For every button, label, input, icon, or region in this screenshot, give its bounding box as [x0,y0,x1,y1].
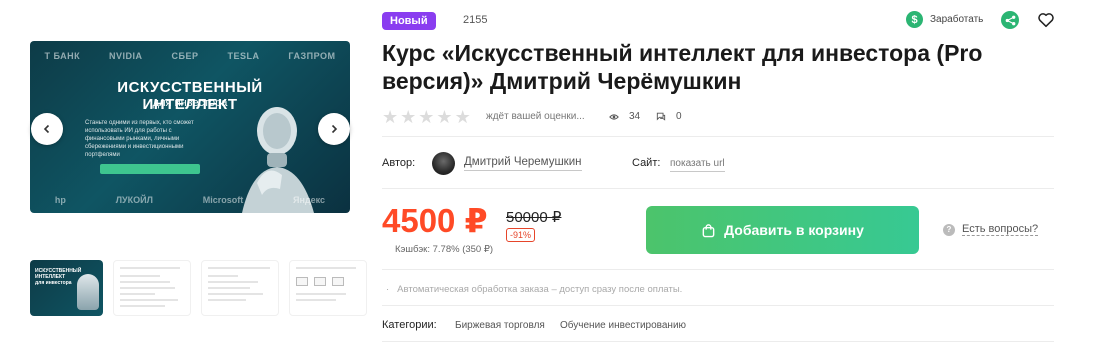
product-title: Курс «Искусственный интеллект для инвест… [382,40,983,94]
cashback-info: Кэшбэк: 7.78% (350 ₽) [395,244,494,255]
site-show-url-link[interactable]: показать url [670,158,725,172]
current-price: 4500 ₽ [382,202,488,239]
gallery-logo: ГАЗПРОМ [288,51,336,61]
rating-stars[interactable]: ★ ★ ★ ★ ★ [382,108,471,126]
gallery-logo: NVIDIA [109,51,143,61]
views-value: 34 [629,111,641,122]
auto-processing-note: · Автоматическая обработка заказа – дост… [386,284,682,295]
category-link[interactable]: Обучение инвестированию [560,320,686,331]
new-badge: Новый [382,12,436,30]
gallery-logo: T БАНК [44,51,81,61]
comment-icon [656,112,666,121]
star-icon[interactable]: ★ [418,108,434,126]
gallery-top-logos: T БАНК NVIDIA СБЕР TESLA ГАЗПРОМ [30,51,350,61]
gallery-thumbnail[interactable] [289,260,367,316]
questions-link[interactable]: ? Есть вопросы? [943,223,1039,236]
gallery-logo: СБЕР [171,51,199,61]
site-label: Сайт: [632,157,661,169]
favorite-heart-icon[interactable] [1037,11,1055,29]
earn-label: Заработать [930,14,984,25]
rating-status: ждёт вашей оценки... [486,111,585,122]
question-icon: ? [943,223,955,236]
add-to-cart-button[interactable]: Добавить в корзину [646,206,919,254]
chevron-right-icon [331,124,338,134]
thumbnail-caption: ИСКУССТВЕННЫЙ ИНТЕЛЛЕКТ для инвестора [35,268,82,286]
divider [382,341,1054,342]
share-icon [1005,15,1015,25]
gallery-body-text: Станьте одними из первых, кто сможет исп… [85,120,194,158]
earn-link[interactable]: $ Заработать [906,11,983,28]
gallery-thumbnail[interactable] [201,260,279,316]
gallery-next-button[interactable] [318,113,350,145]
comments-value: 0 [676,111,682,122]
gallery-logo: Microsoft [202,195,244,205]
questions-label: Есть вопросы? [962,223,1039,236]
star-icon[interactable]: ★ [436,108,452,126]
gallery-logo: hp [54,195,66,205]
gallery-logo: ЛУКОЙЛ [115,195,153,205]
gallery-bottom-logos: hp ЛУКОЙЛ Microsoft Яндекс [30,195,350,205]
author-label: Автор: [382,157,416,169]
dollar-icon: $ [906,11,923,28]
star-icon[interactable]: ★ [382,108,398,126]
gallery-logo: Яндекс [293,195,326,205]
views-count: 34 [609,111,640,122]
star-icon[interactable]: ★ [455,108,471,126]
discount-badge: -91% [506,228,536,242]
gallery-thumbnail[interactable] [113,260,191,316]
category-link[interactable]: Биржевая торговля [455,320,545,331]
gallery-thumbnail[interactable]: ИСКУССТВЕННЫЙ ИНТЕЛЛЕКТ для инвестора [30,260,103,316]
gallery-thumbnails: ИСКУССТВЕННЫЙ ИНТЕЛЛЕКТ для инвестора [30,260,367,316]
comments-count: 0 [656,111,682,122]
share-button[interactable] [1001,11,1019,29]
divider [382,269,1054,270]
author-name-link[interactable]: Дмитрий Черемушкин [464,156,582,171]
categories-label: Категории: [382,319,437,331]
add-to-cart-label: Добавить в корзину [724,222,864,238]
chevron-left-icon [43,124,50,134]
product-id: 2155 [463,14,488,26]
auto-processing-text: Автоматическая обработка заказа – доступ… [397,284,683,295]
gallery-logo: TESLA [227,51,260,61]
bullet-icon: · [386,284,390,295]
divider [382,305,1054,306]
author-avatar [432,152,455,175]
thumbnail-robot [77,274,99,310]
star-icon[interactable]: ★ [400,108,416,126]
old-price: 50000 ₽ [506,209,562,226]
divider [382,188,1054,189]
divider [382,136,1054,137]
gallery-prev-button[interactable] [31,113,63,145]
shopping-bag-icon [702,223,715,237]
eye-icon [609,113,619,120]
gallery-cta-strip [100,164,200,174]
product-gallery-main-image[interactable]: T БАНК NVIDIA СБЕР TESLA ГАЗПРОМ ИСКУССТ… [30,41,350,213]
